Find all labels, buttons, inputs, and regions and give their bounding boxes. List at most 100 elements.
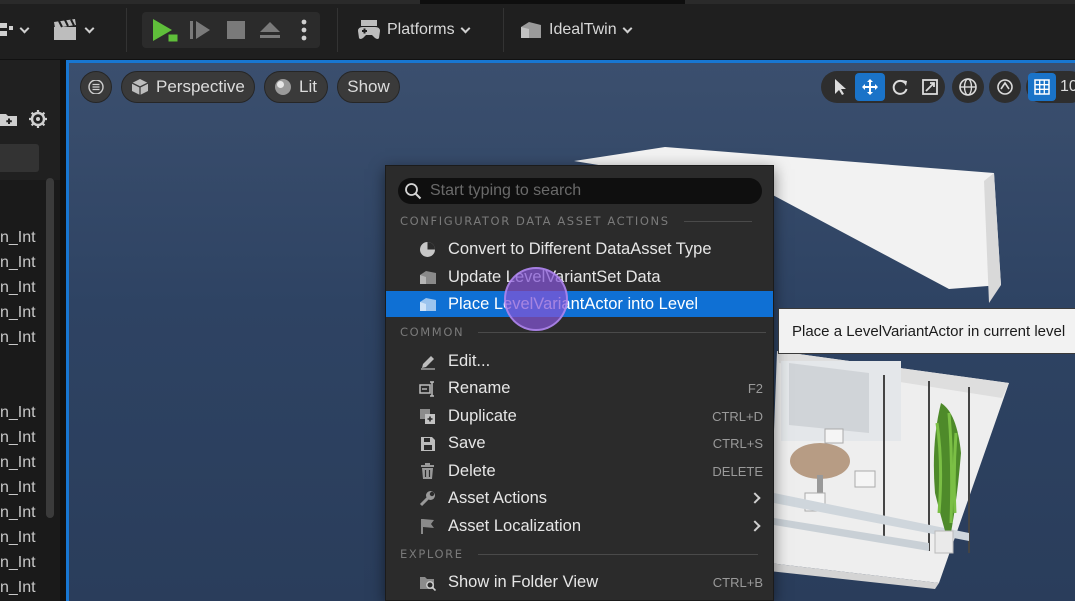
chevron-right-icon xyxy=(749,520,761,532)
lit-sphere-icon xyxy=(275,79,291,95)
level-variant-icon xyxy=(521,22,541,38)
flag-icon xyxy=(420,519,434,534)
shortcut-label: DELETE xyxy=(712,463,763,479)
section-label: COMMON xyxy=(400,325,465,339)
section-header-configurator: CONFIGURATOR DATA ASSET ACTIONS xyxy=(400,213,752,229)
menu-item-asset-localization[interactable]: Asset Localization xyxy=(386,513,773,539)
section-header-explore: EXPLORE xyxy=(400,546,758,562)
menu-search-box[interactable] xyxy=(398,178,762,204)
menu-item-label: Rename xyxy=(448,378,511,397)
mode-selector-button[interactable] xyxy=(0,8,30,52)
list-item[interactable]: n_Int xyxy=(0,225,44,250)
panel-search-input[interactable] xyxy=(0,144,39,172)
menu-item-delete[interactable]: Delete DELETE xyxy=(386,458,773,484)
add-folder-icon[interactable] xyxy=(0,110,18,128)
menu-item-label: Delete xyxy=(448,461,496,480)
viewport-menu-button[interactable] xyxy=(80,71,112,103)
eject-icon[interactable] xyxy=(258,20,282,40)
menu-item-place-levelvariantactor[interactable]: Place LevelVariantActor into Level xyxy=(386,291,773,317)
section-label: CONFIGURATOR DATA ASSET ACTIONS xyxy=(400,214,670,228)
menu-item-label: Edit... xyxy=(448,351,491,370)
platforms-button[interactable]: Platforms xyxy=(357,8,471,52)
save-icon xyxy=(420,436,435,451)
list-item[interactable]: n_Int xyxy=(0,525,44,550)
menu-search-input[interactable] xyxy=(430,182,750,200)
tooltip: Place a LevelVariantActor in current lev… xyxy=(778,308,1075,354)
list-item[interactable]: n_Int xyxy=(0,575,44,600)
menu-item-label: Show in Folder View xyxy=(448,572,599,591)
play-controls xyxy=(142,12,320,48)
menu-item-save[interactable]: Save CTRL+S xyxy=(386,430,773,456)
list-item[interactable]: n_Int xyxy=(0,400,44,425)
menu-item-label: Convert to Different DataAsset Type xyxy=(448,239,712,258)
grid-snap-button[interactable] xyxy=(1028,73,1056,101)
content-browser-panel: n_Int n_Int n_Int n_Int n_Int n_Int n_In… xyxy=(0,60,60,601)
menu-item-edit[interactable]: Edit... xyxy=(386,348,773,374)
tab-strip xyxy=(0,0,1075,4)
menu-item-label: Place LevelVariantActor into Level xyxy=(448,294,699,313)
clapperboard-icon xyxy=(54,19,76,40)
menu-item-label: Duplicate xyxy=(448,406,517,425)
list-item[interactable]: n_Int xyxy=(0,500,44,525)
context-menu: CONFIGURATOR DATA ASSET ACTIONS Convert … xyxy=(385,165,774,601)
more-options-icon[interactable] xyxy=(300,18,308,42)
project-button[interactable]: IdealTwin xyxy=(519,8,633,52)
rotate-tool-button[interactable] xyxy=(885,73,915,101)
view-mode-label: Perspective xyxy=(156,77,245,96)
list-item[interactable]: n_Int xyxy=(0,325,44,350)
show-button[interactable]: Show xyxy=(337,71,400,103)
grid-value[interactable]: 10 xyxy=(1060,78,1075,96)
chevron-down-icon xyxy=(19,23,30,33)
list-item[interactable]: n_Int xyxy=(0,475,44,500)
surface-snapping-button[interactable] xyxy=(989,71,1021,103)
settings-icon[interactable] xyxy=(28,109,48,129)
chevron-right-icon xyxy=(749,492,761,504)
menu-item-asset-actions[interactable]: Asset Actions xyxy=(386,485,773,511)
menu-item-duplicate[interactable]: Duplicate CTRL+D xyxy=(386,403,773,429)
menu-item-show-in-folder-view[interactable]: Show in Folder View CTRL+B xyxy=(386,569,773,595)
cube-icon xyxy=(131,79,149,95)
duplicate-icon xyxy=(420,409,435,424)
select-tool-button[interactable] xyxy=(825,73,855,101)
play-icon[interactable] xyxy=(150,17,180,43)
tooltip-text: Place a LevelVariantActor in current lev… xyxy=(792,322,1066,340)
shortcut-label: F2 xyxy=(747,380,763,396)
coordinate-space-button[interactable] xyxy=(952,71,984,103)
globe-icon xyxy=(959,78,977,96)
list-item[interactable]: n_Int xyxy=(0,275,44,300)
perspective-button[interactable]: Perspective xyxy=(121,71,255,103)
advance-frame-icon[interactable] xyxy=(188,19,212,41)
stop-icon[interactable] xyxy=(226,20,246,40)
menu-item-label: Save xyxy=(448,433,486,452)
trash-icon xyxy=(421,463,434,479)
menu-item-update-levelvariantset[interactable]: Update LevelVariantSet Data xyxy=(386,264,773,290)
scale-tool-button[interactable] xyxy=(915,73,945,101)
level-variant-icon xyxy=(420,298,436,311)
gamepad-icon xyxy=(358,20,380,39)
menu-item-label: Asset Actions xyxy=(448,488,548,507)
project-label: IdealTwin xyxy=(549,21,617,38)
rename-icon xyxy=(419,380,434,397)
menu-item-label: Asset Localization xyxy=(448,516,581,535)
panel-scrollbar[interactable] xyxy=(46,178,54,518)
panel-header xyxy=(0,60,60,180)
list-item[interactable]: n_Int xyxy=(0,300,44,325)
pie-chart-icon xyxy=(420,242,435,257)
wrench-icon xyxy=(419,491,435,507)
list-item[interactable]: n_Int xyxy=(0,425,44,450)
modes-icon xyxy=(0,23,13,36)
menu-item-rename[interactable]: Rename F2 xyxy=(386,375,773,401)
list-item[interactable]: n_Int xyxy=(0,250,44,275)
rotate-icon xyxy=(892,79,908,95)
menu-item-convert-dataasset[interactable]: Convert to Different DataAsset Type xyxy=(386,236,773,262)
lit-button[interactable]: Lit xyxy=(264,71,328,103)
pencil-icon xyxy=(420,355,435,370)
cinematics-button[interactable] xyxy=(53,8,95,52)
list-item[interactable]: n_Int xyxy=(0,550,44,575)
cursor-highlight xyxy=(504,267,568,331)
translate-tool-button[interactable] xyxy=(855,73,885,101)
shortcut-label: CTRL+S xyxy=(712,435,763,451)
editor-window: Platforms IdealTwin n_Int n_Int n_Int n_… xyxy=(0,0,1075,601)
lighting-mode-label: Lit xyxy=(299,77,317,96)
list-item[interactable]: n_Int xyxy=(0,450,44,475)
